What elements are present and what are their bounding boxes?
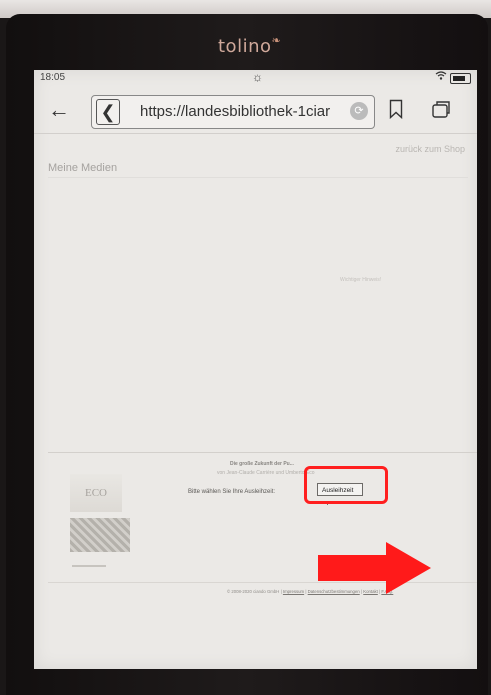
reload-icon[interactable]: ⟳ (350, 102, 368, 120)
wifi-icon (435, 71, 447, 83)
back-to-shop-link[interactable]: zurück zum Shop (395, 144, 465, 154)
book-title: Die große Zukunft der Pu... (230, 461, 294, 467)
divider (48, 177, 468, 178)
faint-text-line (48, 394, 477, 402)
brand-logo: tolino❧ (218, 34, 282, 57)
status-bar: 18:05 ☼ (34, 70, 477, 87)
sun-icon[interactable]: ☼ (252, 70, 263, 84)
brand-name: tolino (218, 36, 272, 57)
book-author: von Jean-Claude Carrière und Umberto Eco (217, 470, 315, 476)
clock: 18:05 (40, 72, 66, 83)
notice-heading: Wichtiger Hinweis! (340, 277, 382, 283)
faint-text-line (48, 386, 477, 394)
faint-text-line (48, 318, 477, 326)
divider (48, 452, 477, 453)
faint-text-line (48, 326, 477, 334)
faint-text-line (48, 310, 477, 318)
copyright-text: © 2008-2020 ciando GmbH | (227, 589, 282, 594)
back-arrow-icon[interactable]: ← (48, 97, 70, 123)
book-cover-thumbnail[interactable] (70, 518, 130, 552)
divider (72, 565, 106, 567)
tabs-icon[interactable] (430, 98, 452, 120)
url-text[interactable]: https://landesbibliothek-1ciar (140, 103, 348, 120)
lending-period-label: Bitte wählen Sie Ihre Ausleihzeit: (188, 489, 276, 495)
book-cover[interactable]: ECO (70, 474, 122, 512)
faint-text-line (48, 302, 477, 310)
url-back-button[interactable]: ❮ (96, 99, 120, 125)
arrow-right-icon (318, 542, 431, 594)
highlight-box (304, 466, 388, 504)
browser-toolbar: ← ❮ https://landesbibliothek-1ciar ⟳ (34, 89, 477, 134)
brand-mark-icon: ❧ (271, 34, 282, 47)
bookmark-icon[interactable] (389, 99, 403, 120)
page-title: Meine Medien (48, 162, 118, 174)
ereader-device: tolino❧ 18:05 ☼ ← ❮ https://landesbiblio… (0, 0, 491, 695)
url-bar[interactable]: ❮ https://landesbibliothek-1ciar ⟳ (91, 95, 375, 129)
footer-link-impressum[interactable]: Impressum (283, 589, 304, 594)
battery-icon (450, 73, 471, 84)
